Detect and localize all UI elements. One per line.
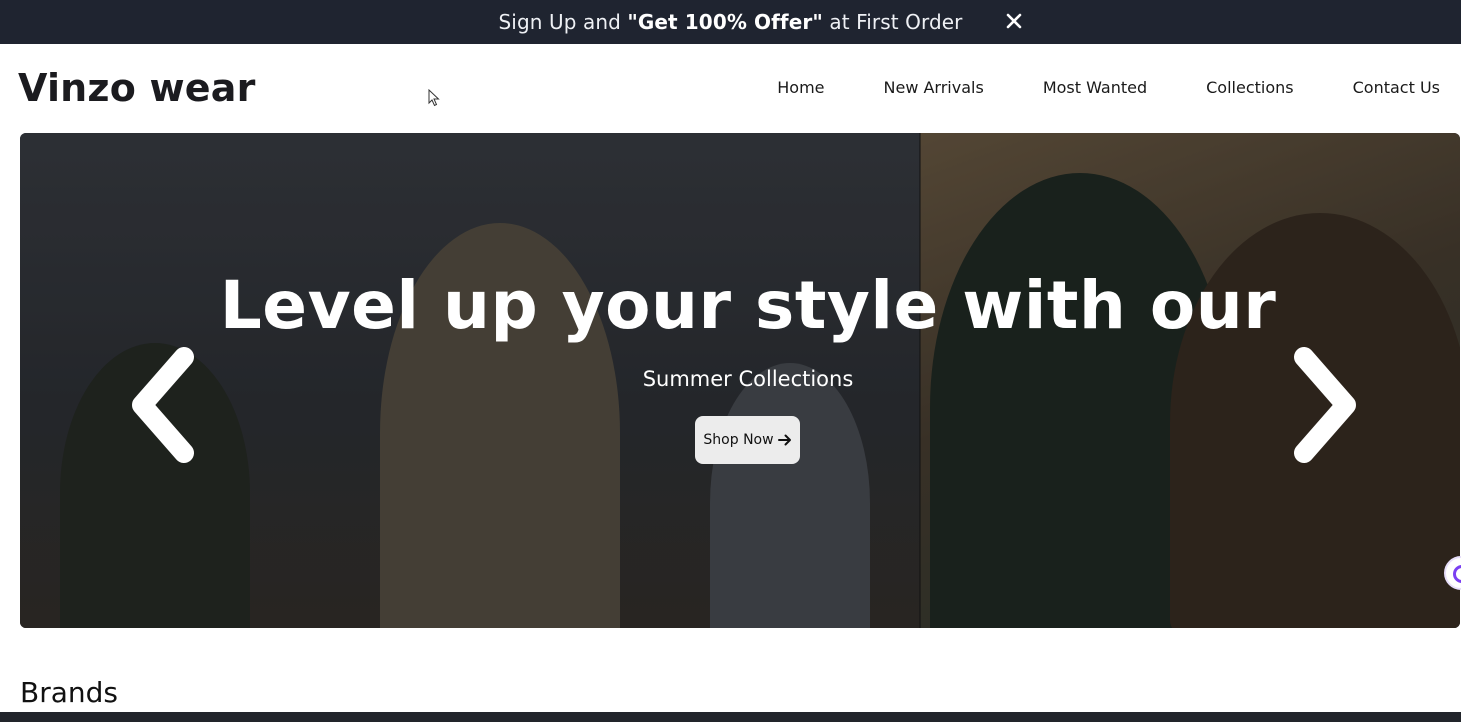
promo-text-prefix: Sign Up and (498, 10, 628, 34)
site-header: Vinzo wear Home New Arrivals Most Wanted… (0, 44, 1461, 132)
bottom-edge-strip (0, 712, 1461, 722)
nav-link-new-arrivals[interactable]: New Arrivals (884, 78, 984, 97)
carousel-next-button[interactable] (1284, 345, 1364, 465)
promo-text: Sign Up and "Get 100% Offer" at First Or… (499, 10, 963, 34)
close-icon (1006, 13, 1022, 29)
site-logo[interactable]: Vinzo wear (18, 66, 256, 110)
promo-text-suffix: at First Order (822, 10, 963, 34)
hero-carousel: Level up your style with our Summer Coll… (20, 133, 1460, 628)
chevron-right-icon (1294, 347, 1356, 463)
promo-text-offer: "Get 100% Offer" (627, 10, 823, 34)
arrow-right-icon (777, 434, 791, 446)
nav-link-collections[interactable]: Collections (1206, 78, 1293, 97)
promo-banner: Sign Up and "Get 100% Offer" at First Or… (0, 0, 1461, 44)
brands-section-title: Brands (20, 676, 118, 709)
nav-link-contact-us[interactable]: Contact Us (1353, 78, 1440, 97)
hero-subtitle: Summer Collections (642, 367, 854, 391)
nav-link-home[interactable]: Home (777, 78, 824, 97)
carousel-prev-button[interactable] (124, 345, 204, 465)
mouse-cursor-icon (428, 89, 440, 107)
promo-close-button[interactable] (1000, 7, 1028, 35)
shop-now-button[interactable]: Shop Now (695, 416, 800, 464)
main-nav: Home New Arrivals Most Wanted Collection… (777, 78, 1440, 97)
shop-now-label: Shop Now (703, 432, 774, 448)
nav-link-most-wanted[interactable]: Most Wanted (1043, 78, 1147, 97)
hero-title: Level up your style with our (219, 267, 1277, 344)
chevron-left-icon (132, 347, 194, 463)
